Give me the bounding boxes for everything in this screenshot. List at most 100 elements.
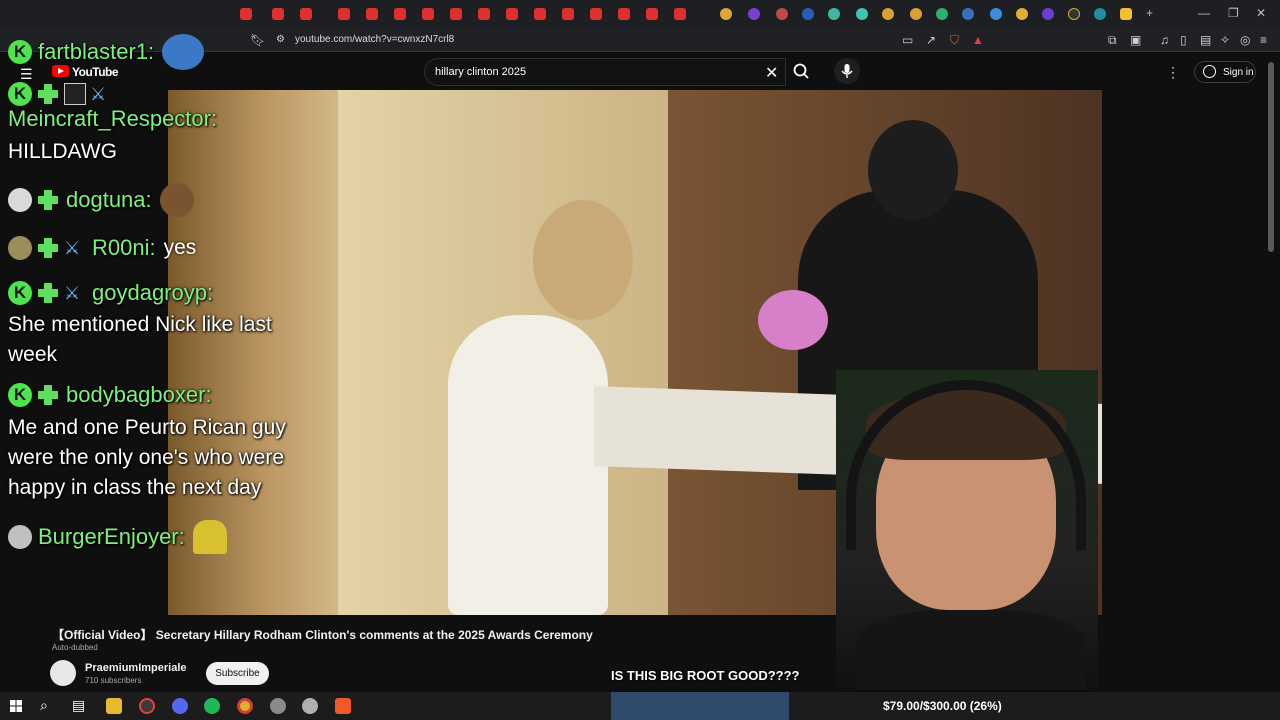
site-tab-icon[interactable] (776, 8, 788, 20)
youtube-tab-icon[interactable] (646, 8, 658, 20)
chat-message-header: BurgerEnjoyer: (8, 520, 227, 554)
voice-search-button[interactable] (834, 58, 860, 84)
menu-icon[interactable]: ≡ (1260, 33, 1267, 47)
leo-icon[interactable]: ✧ (1220, 33, 1230, 47)
chat-username: fartblaster1: (38, 39, 155, 64)
chat-message-header: K fartblaster1: (8, 34, 205, 70)
subscriber-count: 710 subscribers (85, 676, 142, 685)
video-figure-head (533, 200, 633, 320)
new-tab-button[interactable]: + (1146, 6, 1153, 20)
wallet-icon[interactable]: ▤ (1200, 33, 1211, 47)
site-tab-icon[interactable] (882, 8, 894, 20)
microphone-icon (841, 64, 853, 78)
frog-emote-icon (162, 34, 205, 70)
obs-icon[interactable] (139, 698, 155, 714)
youtube-tab-icon[interactable] (422, 8, 434, 20)
youtube-tab-icon[interactable] (450, 8, 462, 20)
close-window-button[interactable]: ✕ (1256, 6, 1266, 20)
search-icon[interactable]: ⌕ (40, 697, 48, 714)
chat-message-text: yes (163, 236, 197, 259)
minimize-button[interactable]: — (1198, 6, 1210, 20)
site-tab-icon[interactable] (936, 8, 948, 20)
channel-name[interactable]: PraemiumImperiale (85, 662, 187, 674)
chat-username: Meincraft_Respector: (8, 106, 218, 131)
chat-username: goydagroyp: (92, 280, 214, 305)
active-tab-icon[interactable] (1120, 8, 1132, 20)
site-tab-icon[interactable] (990, 8, 1002, 20)
extensions-icon[interactable]: ⧉ (1108, 33, 1117, 48)
chrome-icon[interactable] (237, 698, 253, 714)
search-button[interactable] (786, 58, 816, 86)
sword-badge-icon: ⚔ (64, 283, 81, 303)
streamer-webcam (836, 370, 1098, 690)
site-tab-icon[interactable] (748, 8, 760, 20)
subscribe-button[interactable]: Subscribe (206, 662, 269, 685)
file-explorer-icon[interactable] (106, 698, 122, 714)
chat-username: bodybagboxer: (66, 382, 212, 407)
youtube-tab-icon[interactable] (478, 8, 490, 20)
site-tab-icon[interactable] (1042, 8, 1054, 20)
more-options-icon[interactable]: ⋮ (1166, 64, 1180, 81)
youtube-tab-icon[interactable] (674, 8, 686, 20)
stream-chat-overlay: K fartblaster1: K ⚔ Meincraft_Respector:… (0, 0, 330, 560)
search-box[interactable]: hillary clinton 2025 ✕ (424, 58, 786, 86)
youtube-tab-icon[interactable] (366, 8, 378, 20)
pepe-avatar-icon (8, 236, 32, 260)
chat-username: BurgerEnjoyer: (38, 524, 185, 549)
task-view-icon[interactable]: ▤ (72, 697, 85, 714)
rewards-icon[interactable]: ▲ (972, 33, 984, 47)
youtube-tab-icon[interactable] (618, 8, 630, 20)
youtube-tab-icon[interactable] (562, 8, 574, 20)
shield-icon[interactable]: ⛉ (950, 33, 959, 48)
sign-in-button[interactable]: Sign in (1194, 61, 1256, 83)
youtube-tab-icon[interactable] (506, 8, 518, 20)
video-figure-head-2 (868, 120, 958, 220)
chat-username: dogtuna: (66, 187, 152, 212)
sword-badge-icon: ⚔ (90, 84, 107, 104)
site-tab-icon[interactable] (1068, 8, 1080, 20)
site-tab-icon[interactable] (910, 8, 922, 20)
site-tab-icon[interactable] (802, 8, 814, 20)
site-tab-icon[interactable] (1016, 8, 1028, 20)
account-icon (1203, 65, 1216, 78)
site-tab-icon[interactable] (828, 8, 840, 20)
youtube-tab-icon[interactable] (394, 8, 406, 20)
sidebar-icon[interactable]: ▯ (1180, 33, 1187, 47)
clear-search-icon[interactable]: ✕ (765, 63, 778, 83)
page-scrollbar[interactable] (1268, 62, 1274, 252)
site-tab-icon[interactable] (720, 8, 732, 20)
youtube-tab-icon[interactable] (338, 8, 350, 20)
app-icon[interactable] (302, 698, 318, 714)
vpn-icon[interactable]: ◎ (1240, 33, 1250, 47)
site-tab-icon[interactable] (962, 8, 974, 20)
reader-icon[interactable]: ▣ (1130, 33, 1141, 47)
kick-badge-icon: K (8, 383, 32, 407)
screen-icon[interactable]: ▭ (902, 33, 913, 47)
app-icon[interactable] (270, 698, 286, 714)
spotify-icon[interactable] (204, 698, 220, 714)
chat-message-text: She mentioned Nick like last week (8, 313, 272, 366)
youtube-tab-icon[interactable] (534, 8, 546, 20)
auto-dubbed-label: Auto-dubbed (52, 643, 98, 652)
search-input[interactable]: hillary clinton 2025 (435, 66, 526, 78)
site-tab-icon[interactable] (856, 8, 868, 20)
youtube-tab-icon[interactable] (590, 8, 602, 20)
maximize-button[interactable]: ❐ (1228, 6, 1239, 20)
plus-badge-icon (36, 383, 60, 407)
discord-icon[interactable] (172, 698, 188, 714)
channel-avatar[interactable] (50, 660, 76, 686)
chat-message-text: Me and one Peurto Rican guy were the onl… (8, 416, 286, 499)
chat-message-text: HILLDAWG (8, 140, 117, 163)
search-icon (793, 63, 809, 79)
chat-message-header: K ⚔ goydagroyp: (8, 280, 213, 306)
duck-emote-icon (159, 183, 194, 217)
plus-badge-icon (36, 281, 60, 305)
share-icon[interactable]: ↗ (926, 33, 936, 47)
brave-icon[interactable] (335, 698, 351, 714)
music-icon[interactable]: ♫ (1160, 33, 1169, 47)
plus-badge-icon (36, 82, 60, 106)
windows-start-icon[interactable] (10, 700, 22, 712)
user-avatar-icon (8, 525, 32, 549)
sword-badge-icon: ⚔ (64, 238, 81, 258)
site-tab-icon[interactable] (1094, 8, 1106, 20)
